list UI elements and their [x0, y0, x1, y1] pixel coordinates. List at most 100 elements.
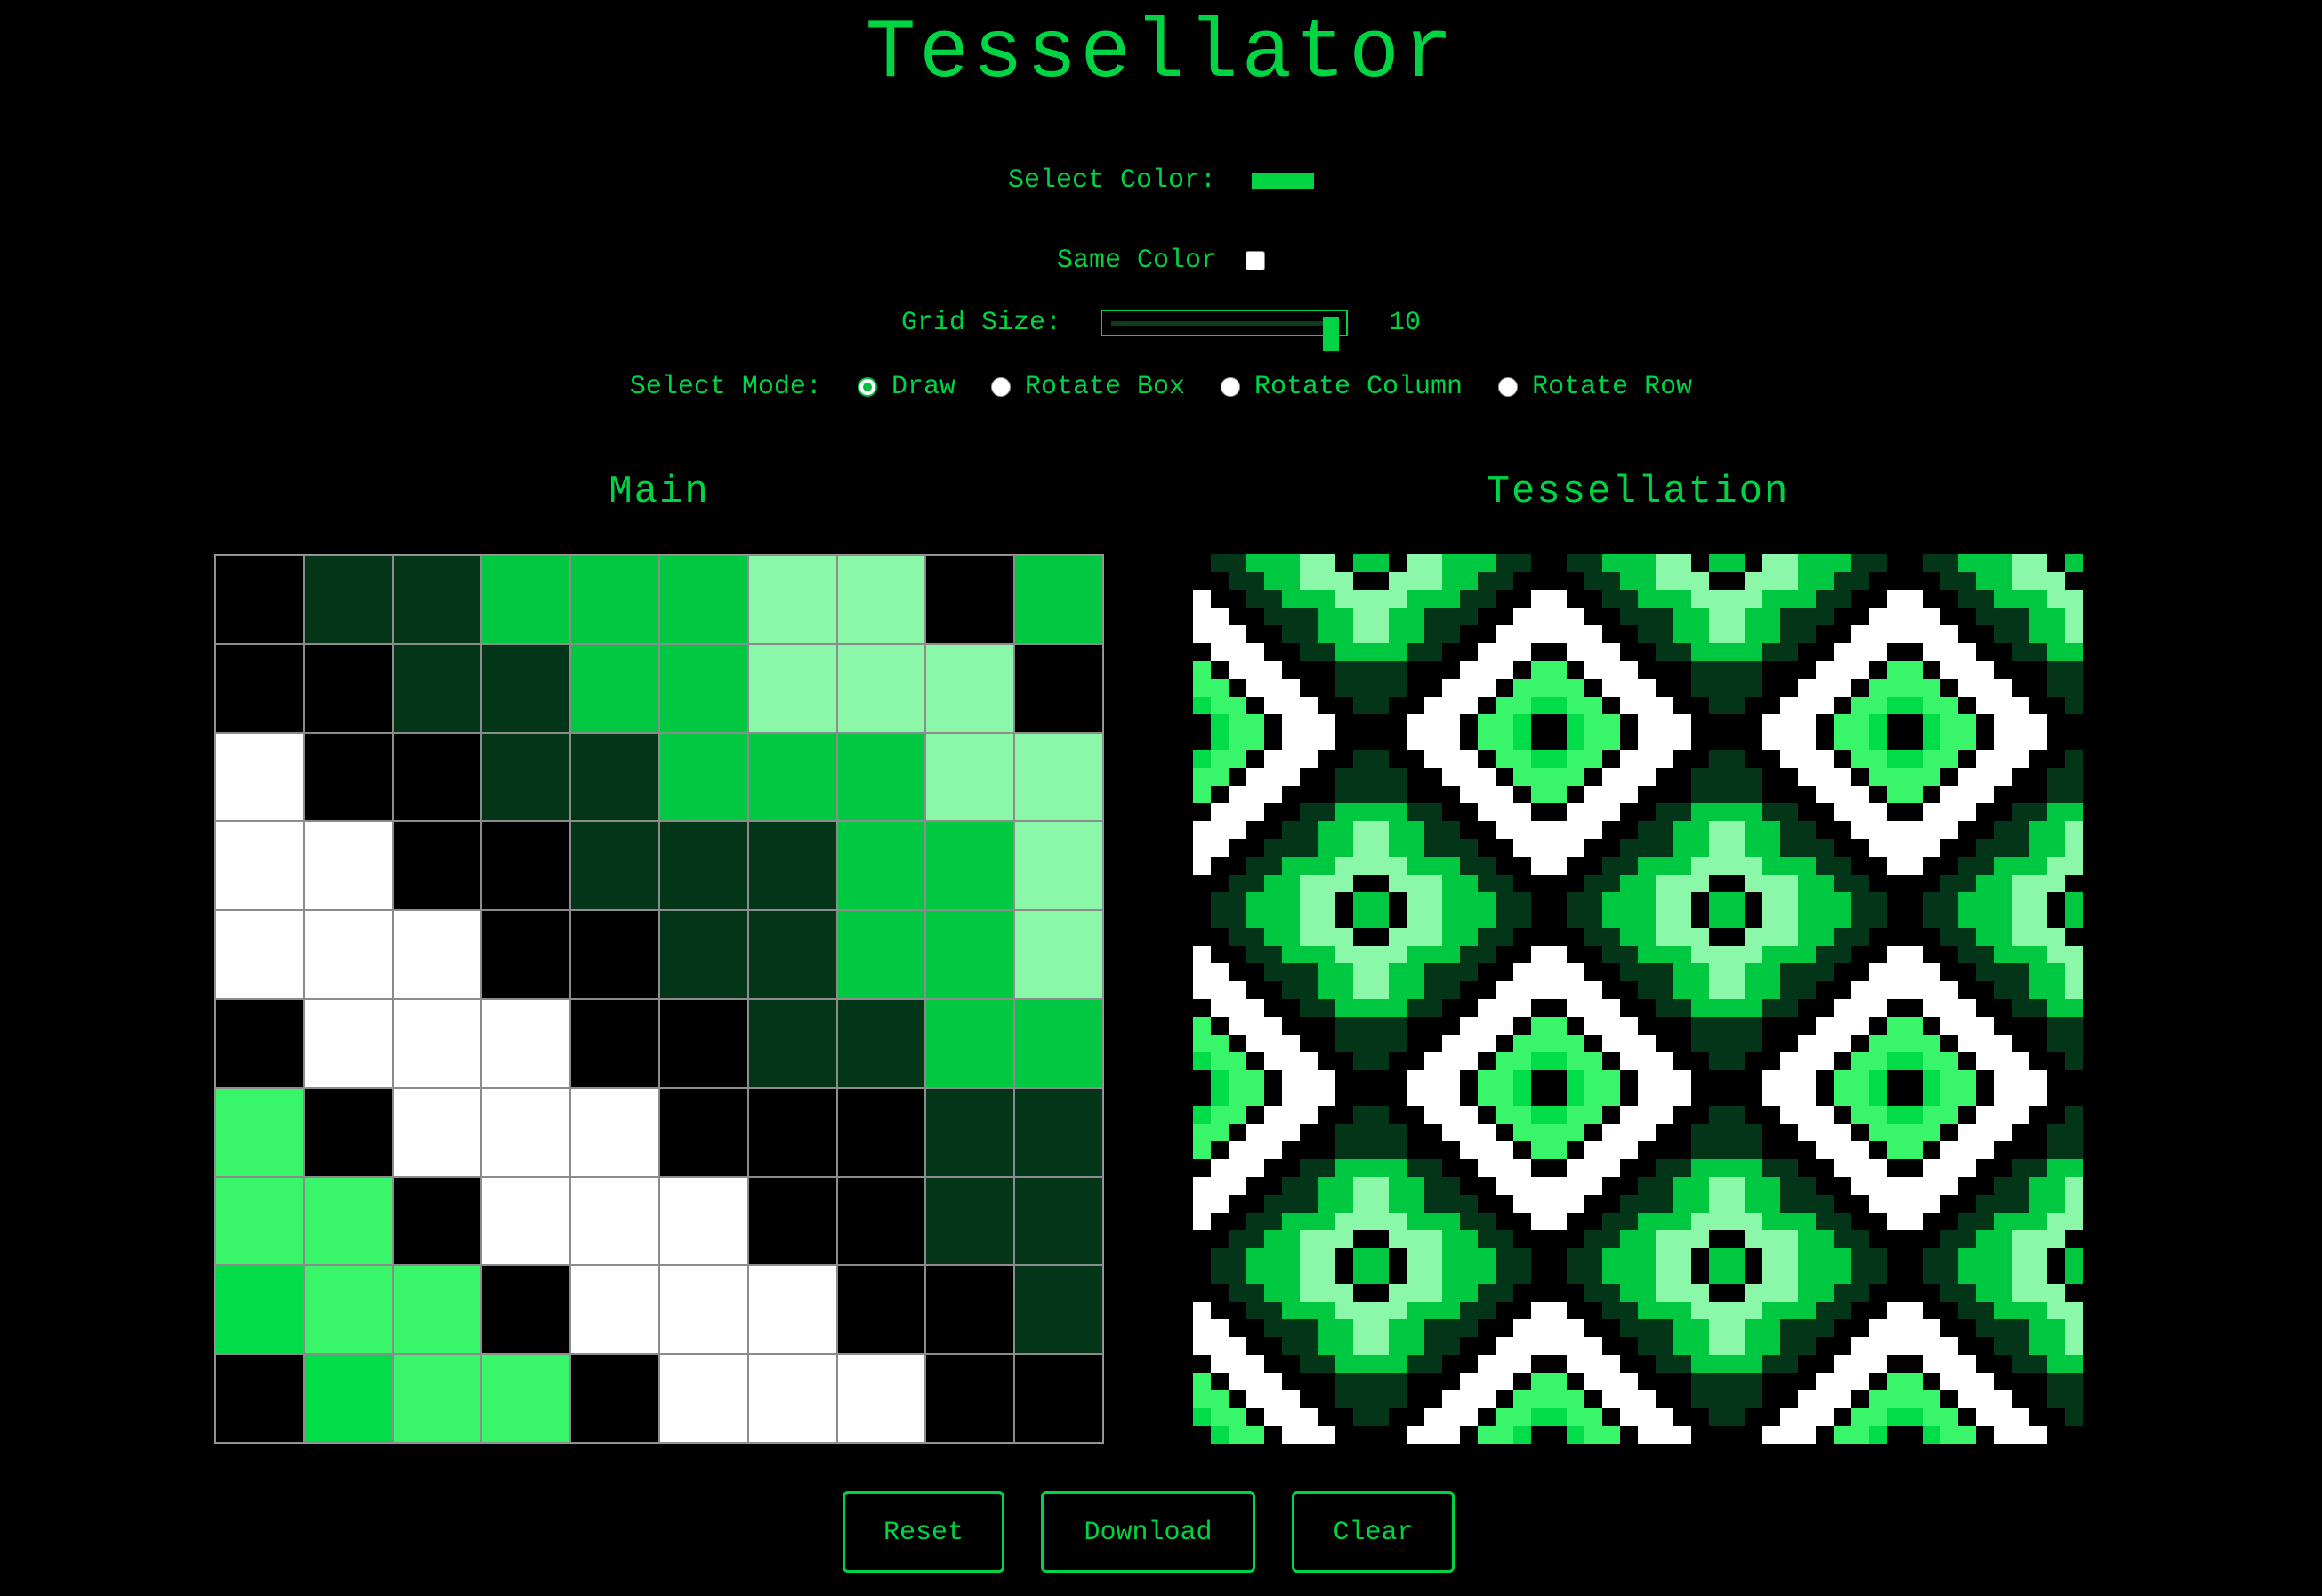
grid-cell[interactable]	[659, 821, 748, 911]
grid-cell[interactable]	[481, 555, 571, 644]
grid-cell[interactable]	[747, 910, 837, 999]
grid-cell[interactable]	[303, 1176, 393, 1266]
grid-cell[interactable]	[570, 1176, 659, 1266]
grid-cell[interactable]	[747, 821, 837, 911]
grid-cell[interactable]	[836, 555, 926, 644]
grid-cell[interactable]	[570, 1087, 659, 1177]
mode-rotate-row-radio[interactable]	[1498, 377, 1519, 397]
grid-cell[interactable]	[215, 555, 304, 644]
grid-cell[interactable]	[481, 1176, 571, 1266]
grid-cell[interactable]	[925, 821, 1015, 911]
grid-cell[interactable]	[481, 821, 571, 911]
grid-cell[interactable]	[925, 643, 1015, 733]
grid-cell[interactable]	[215, 643, 304, 733]
grid-cell[interactable]	[925, 732, 1015, 822]
grid-cell[interactable]	[303, 1265, 393, 1355]
grid-cell[interactable]	[1014, 555, 1103, 644]
grid-size-slider[interactable]	[1101, 310, 1348, 351]
download-button[interactable]: Download	[1041, 1491, 1255, 1573]
grid-cell[interactable]	[481, 732, 571, 822]
mode-draw-label[interactable]: Draw	[891, 372, 955, 402]
grid-cell[interactable]	[303, 821, 393, 911]
same-color-checkbox[interactable]	[1246, 251, 1266, 270]
grid-cell[interactable]	[303, 732, 393, 822]
grid-cell[interactable]	[392, 1087, 482, 1177]
mode-rotate-box-radio[interactable]	[990, 377, 1011, 397]
grid-cell[interactable]	[392, 732, 482, 822]
grid-cell[interactable]	[481, 1354, 571, 1443]
grid-cell[interactable]	[392, 555, 482, 644]
grid-cell[interactable]	[481, 999, 571, 1088]
grid-cell[interactable]	[481, 910, 571, 999]
grid-cell[interactable]	[836, 1176, 926, 1266]
grid-cell[interactable]	[215, 732, 304, 822]
grid-cell[interactable]	[747, 1265, 837, 1355]
grid-cell[interactable]	[215, 1354, 304, 1443]
grid-cell[interactable]	[836, 732, 926, 822]
mode-rotate-row-label[interactable]: Rotate Row	[1532, 372, 1692, 402]
grid-cell[interactable]	[925, 555, 1015, 644]
grid-cell[interactable]	[215, 910, 304, 999]
grid-cell[interactable]	[215, 1087, 304, 1177]
grid-cell[interactable]	[1014, 1354, 1103, 1443]
grid-cell[interactable]	[570, 821, 659, 911]
grid-cell[interactable]	[747, 1354, 837, 1443]
grid-cell[interactable]	[1014, 910, 1103, 999]
grid-cell[interactable]	[925, 1354, 1015, 1443]
grid-cell[interactable]	[659, 1354, 748, 1443]
grid-cell[interactable]	[836, 1354, 926, 1443]
grid-cell[interactable]	[570, 732, 659, 822]
grid-cell[interactable]	[570, 643, 659, 733]
grid-cell[interactable]	[659, 555, 748, 644]
grid-cell[interactable]	[392, 643, 482, 733]
grid-cell[interactable]	[303, 555, 393, 644]
grid-cell[interactable]	[836, 910, 926, 999]
grid-cell[interactable]	[570, 1265, 659, 1355]
grid-cell[interactable]	[481, 643, 571, 733]
grid-cell[interactable]	[836, 821, 926, 911]
grid-cell[interactable]	[659, 1176, 748, 1266]
grid-cell[interactable]	[392, 910, 482, 999]
reset-button[interactable]: Reset	[843, 1491, 1004, 1573]
grid-cell[interactable]	[925, 1176, 1015, 1266]
grid-cell[interactable]	[836, 1087, 926, 1177]
grid-cell[interactable]	[747, 555, 837, 644]
grid-cell[interactable]	[1014, 1265, 1103, 1355]
grid-cell[interactable]	[836, 999, 926, 1088]
mode-rotate-box-label[interactable]: Rotate Box	[1025, 372, 1185, 402]
grid-cell[interactable]	[303, 999, 393, 1088]
grid-cell[interactable]	[659, 643, 748, 733]
grid-cell[interactable]	[1014, 1087, 1103, 1177]
grid-cell[interactable]	[392, 1265, 482, 1355]
grid-cell[interactable]	[570, 1354, 659, 1443]
grid-cell[interactable]	[925, 1265, 1015, 1355]
grid-cell[interactable]	[303, 643, 393, 733]
grid-cell[interactable]	[925, 1087, 1015, 1177]
grid-cell[interactable]	[659, 1265, 748, 1355]
slider-thumb[interactable]	[1323, 317, 1339, 351]
grid-cell[interactable]	[747, 1087, 837, 1177]
grid-cell[interactable]	[1014, 643, 1103, 733]
mode-rotate-column-radio[interactable]	[1221, 377, 1241, 397]
grid-cell[interactable]	[303, 1087, 393, 1177]
grid-cell[interactable]	[747, 732, 837, 822]
grid-cell[interactable]	[215, 1176, 304, 1266]
grid-cell[interactable]	[659, 999, 748, 1088]
grid-cell[interactable]	[1014, 821, 1103, 911]
grid-cell[interactable]	[659, 732, 748, 822]
grid-cell[interactable]	[481, 1087, 571, 1177]
color-picker-swatch[interactable]	[1252, 173, 1315, 189]
grid-cell[interactable]	[1014, 999, 1103, 1088]
grid-cell[interactable]	[481, 1265, 571, 1355]
grid-cell[interactable]	[836, 643, 926, 733]
grid-cell[interactable]	[925, 910, 1015, 999]
grid-cell[interactable]	[1014, 1176, 1103, 1266]
clear-button[interactable]: Clear	[1292, 1491, 1455, 1573]
grid-cell[interactable]	[392, 1354, 482, 1443]
grid-cell[interactable]	[392, 1176, 482, 1266]
mode-rotate-column-label[interactable]: Rotate Column	[1254, 372, 1463, 402]
main-grid[interactable]	[214, 554, 1104, 1444]
grid-cell[interactable]	[570, 999, 659, 1088]
grid-cell[interactable]	[392, 999, 482, 1088]
grid-cell[interactable]	[215, 821, 304, 911]
